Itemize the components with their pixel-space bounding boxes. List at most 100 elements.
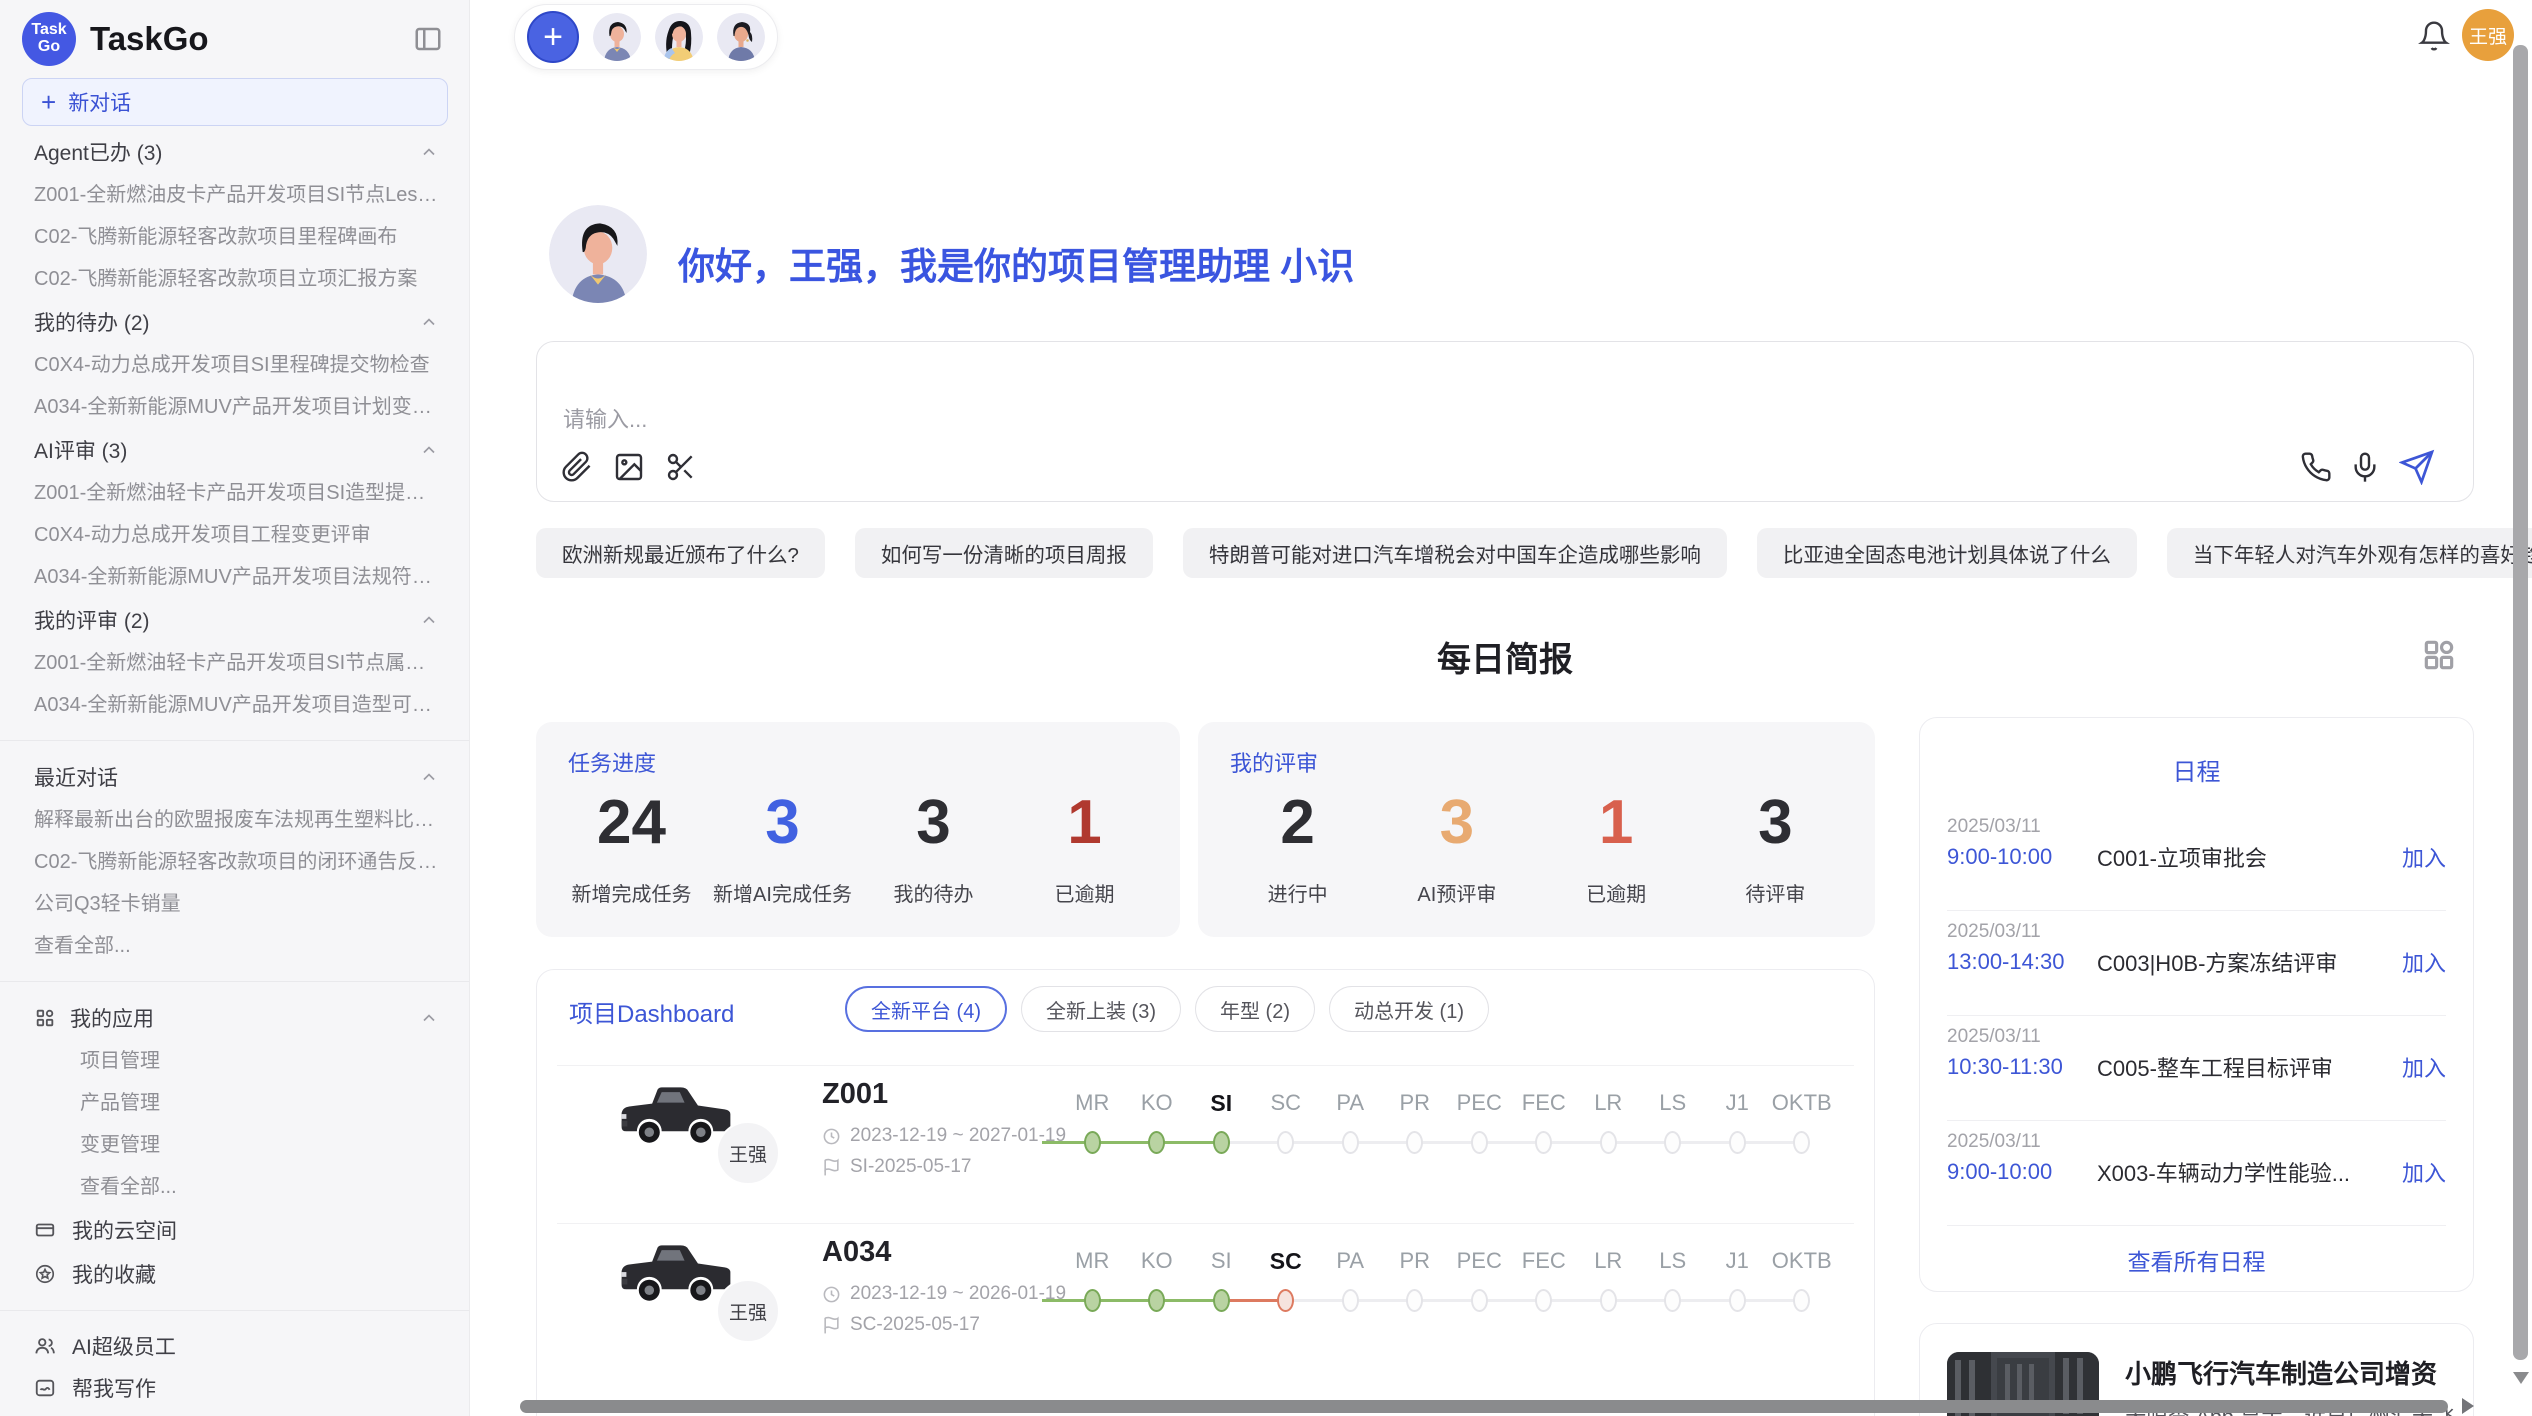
milestone-track	[1060, 1131, 1834, 1154]
sidebar-item[interactable]: C0X4-动力总成开发项目工程变更评审	[0, 514, 469, 556]
suggestion-chip[interactable]: 特朗普可能对进口汽车增税会对中国车企造成哪些影响	[1183, 528, 1727, 578]
chevron-up-icon[interactable]	[419, 610, 439, 630]
milestone-label: KO	[1125, 1248, 1190, 1275]
chevron-up-icon[interactable]	[419, 142, 439, 162]
sidebar-item[interactable]: 解释最新出台的欧盟报废车法规再生塑料比例被调至15%...	[0, 799, 469, 841]
chevron-up-icon[interactable]	[419, 1008, 439, 1028]
logo-line1: Task	[31, 22, 66, 39]
schedule-date: 2025/03/11	[1947, 1129, 2446, 1155]
sidebar-item-favorites[interactable]: 我的收藏	[0, 1252, 469, 1296]
milestone-dot	[1406, 1131, 1423, 1154]
sidebar-item[interactable]: C0X4-动力总成开发项目SI里程碑提交物检查	[0, 344, 469, 386]
sidebar-item[interactable]: Z001-全新燃油轻卡产品开发项目SI节点属性5D文件评审	[0, 642, 469, 684]
sidebar-collapse-icon[interactable]	[413, 24, 443, 54]
sidebar-section-header[interactable]: 我的应用	[0, 996, 469, 1040]
suggestion-chip[interactable]: 如何写一份清晰的项目周报	[855, 528, 1153, 578]
chevron-up-icon[interactable]	[419, 440, 439, 460]
milestone-dot	[1793, 1131, 1810, 1154]
sidebar-section-header[interactable]: 最近对话	[0, 755, 469, 799]
sidebar-list: Agent已办 (3)Z001-全新燃油皮卡产品开发项目SI节点Lesson L…	[0, 130, 469, 1416]
clock-icon	[822, 1127, 841, 1146]
sidebar-section-header[interactable]: 我的待办 (2)	[0, 300, 469, 344]
project-code: Z001	[822, 1078, 888, 1111]
sidebar-section-header[interactable]: AI评审 (3)	[0, 428, 469, 472]
project-milestone-date: SC-2025-05-17	[850, 1314, 980, 1336]
suggestion-chip[interactable]: 欧洲新规最近颁布了什么?	[536, 528, 825, 578]
stat-item: 24新增完成任务	[556, 792, 707, 907]
attachment-icon[interactable]	[561, 451, 593, 483]
join-link[interactable]: 加入	[2402, 1156, 2446, 1188]
sidebar-section-header[interactable]: Agent已办 (3)	[0, 130, 469, 174]
agent-avatar-3[interactable]	[717, 13, 765, 61]
view-all-schedule-link[interactable]: 查看所有日程	[1920, 1243, 2473, 1277]
suggestion-chip[interactable]: 当下年轻人对汽车外观有怎样的喜好趋势	[2167, 528, 2532, 578]
chevron-up-icon[interactable]	[419, 312, 439, 332]
scroll-right-arrow-icon[interactable]	[2462, 1398, 2474, 1414]
schedule-list: 2025/03/119:00-10:00C001-立项审批会加入2025/03/…	[1947, 806, 2446, 1226]
milestone-dot	[1535, 1289, 1552, 1312]
send-icon[interactable]	[2399, 449, 2435, 485]
stat-value: 3	[1696, 792, 1855, 854]
sidebar-item[interactable]: Z001-全新燃油轻卡产品开发项目SI造型提交物评审	[0, 472, 469, 514]
milestone-label: FEC	[1512, 1248, 1577, 1275]
phone-call-icon[interactable]	[2300, 451, 2332, 483]
stat-label: AI预评审	[1377, 878, 1536, 907]
vertical-scrollbar[interactable]	[2513, 45, 2528, 1360]
sidebar-item[interactable]: A034-全新新能源MUV产品开发项目法规符合性评审	[0, 556, 469, 598]
sidebar-item[interactable]: C02-飞腾新能源轻客改款项目里程碑画布	[0, 216, 469, 258]
schedule-item: 2025/03/119:00-10:00X003-车辆动力学性能验...加入	[1947, 1121, 2446, 1226]
notification-bell-icon[interactable]	[2418, 20, 2450, 52]
layout-grid-icon[interactable]	[2420, 636, 2458, 674]
user-avatar[interactable]: 王强	[2462, 9, 2514, 61]
image-upload-icon[interactable]	[613, 451, 645, 483]
greeting-text: 你好，王强，我是你的项目管理助理 小识	[678, 236, 1354, 290]
dashboard-tab[interactable]: 全新上装 (3)	[1021, 986, 1181, 1032]
agent-avatar-2[interactable]	[655, 13, 703, 61]
add-session-button[interactable]: +	[527, 11, 579, 63]
dashboard-tab[interactable]: 年型 (2)	[1195, 986, 1315, 1032]
join-link[interactable]: 加入	[2402, 1051, 2446, 1083]
sidebar-item[interactable]: 项目管理	[0, 1040, 469, 1082]
sidebar-item[interactable]: 查看全部...	[0, 1166, 469, 1208]
sidebar-item[interactable]: A034-全新新能源MUV产品开发项目计划变更表编写	[0, 386, 469, 428]
join-link[interactable]: 加入	[2402, 946, 2446, 978]
chevron-up-icon[interactable]	[419, 767, 439, 787]
sidebar-section-header[interactable]: 我的评审 (2)	[0, 598, 469, 642]
milestone-label: PA	[1318, 1090, 1383, 1117]
schedule-event-title: C005-整车工程目标评审	[2097, 1051, 2402, 1083]
sidebar-item-drawing[interactable]: 创意制图	[0, 1409, 469, 1416]
sidebar-item[interactable]: Z001-全新燃油皮卡产品开发项目SI节点Lesson Learn报告	[0, 174, 469, 216]
sidebar-item[interactable]: C02-飞腾新能源轻客改款项目立项汇报方案	[0, 258, 469, 300]
sidebar-item[interactable]: C02-飞腾新能源轻客改款项目的闭环通告反馈情况	[0, 841, 469, 883]
sidebar-item[interactable]: 公司Q3轻卡销量	[0, 883, 469, 925]
project-row[interactable]: 王强Z0012023-12-19 ~ 2027-01-19SI-2025-05-…	[557, 1065, 1854, 1223]
app-title: TaskGo	[90, 20, 209, 58]
sidebar-item-ai-staff[interactable]: AI超级员工	[0, 1325, 469, 1367]
project-row[interactable]: 王强A0342023-12-19 ~ 2026-01-19SC-2025-05-…	[557, 1223, 1854, 1381]
horizontal-scrollbar[interactable]	[520, 1400, 2448, 1413]
stat-item: 3待评审	[1696, 792, 1855, 907]
scissors-icon[interactable]	[665, 451, 697, 483]
sidebar-item-cloud-space[interactable]: 我的云空间	[0, 1208, 469, 1252]
new-chat-button[interactable]: + 新对话	[22, 78, 448, 126]
agent-avatar-1[interactable]	[593, 13, 641, 61]
scroll-down-arrow-icon[interactable]	[2513, 1372, 2529, 1384]
suggestion-chip[interactable]: 比亚迪全固态电池计划具体说了什么	[1757, 528, 2137, 578]
sidebar-item-writing[interactable]: 帮我写作	[0, 1367, 469, 1409]
stat-value: 3	[1377, 792, 1536, 854]
milestone-label: MR	[1060, 1090, 1125, 1117]
microphone-icon[interactable]	[2349, 451, 2381, 483]
join-link[interactable]: 加入	[2402, 841, 2446, 873]
sidebar-item[interactable]: 产品管理	[0, 1082, 469, 1124]
daily-brief-title: 每日简报	[536, 632, 2474, 681]
sidebar-item[interactable]: 查看全部...	[0, 925, 469, 967]
chat-input[interactable]	[561, 400, 2061, 448]
stat-value: 1	[1009, 792, 1160, 854]
dashboard-tab[interactable]: 动总开发 (1)	[1329, 986, 1489, 1032]
milestone-dot	[1471, 1289, 1488, 1312]
dashboard-tab[interactable]: 全新平台 (4)	[845, 986, 1007, 1032]
logo-line2: Go	[38, 39, 60, 56]
milestone-label: PA	[1318, 1248, 1383, 1275]
sidebar-item[interactable]: 变更管理	[0, 1124, 469, 1166]
sidebar-item[interactable]: A034-全新新能源MUV产品开发项目造型可行性评审	[0, 684, 469, 726]
